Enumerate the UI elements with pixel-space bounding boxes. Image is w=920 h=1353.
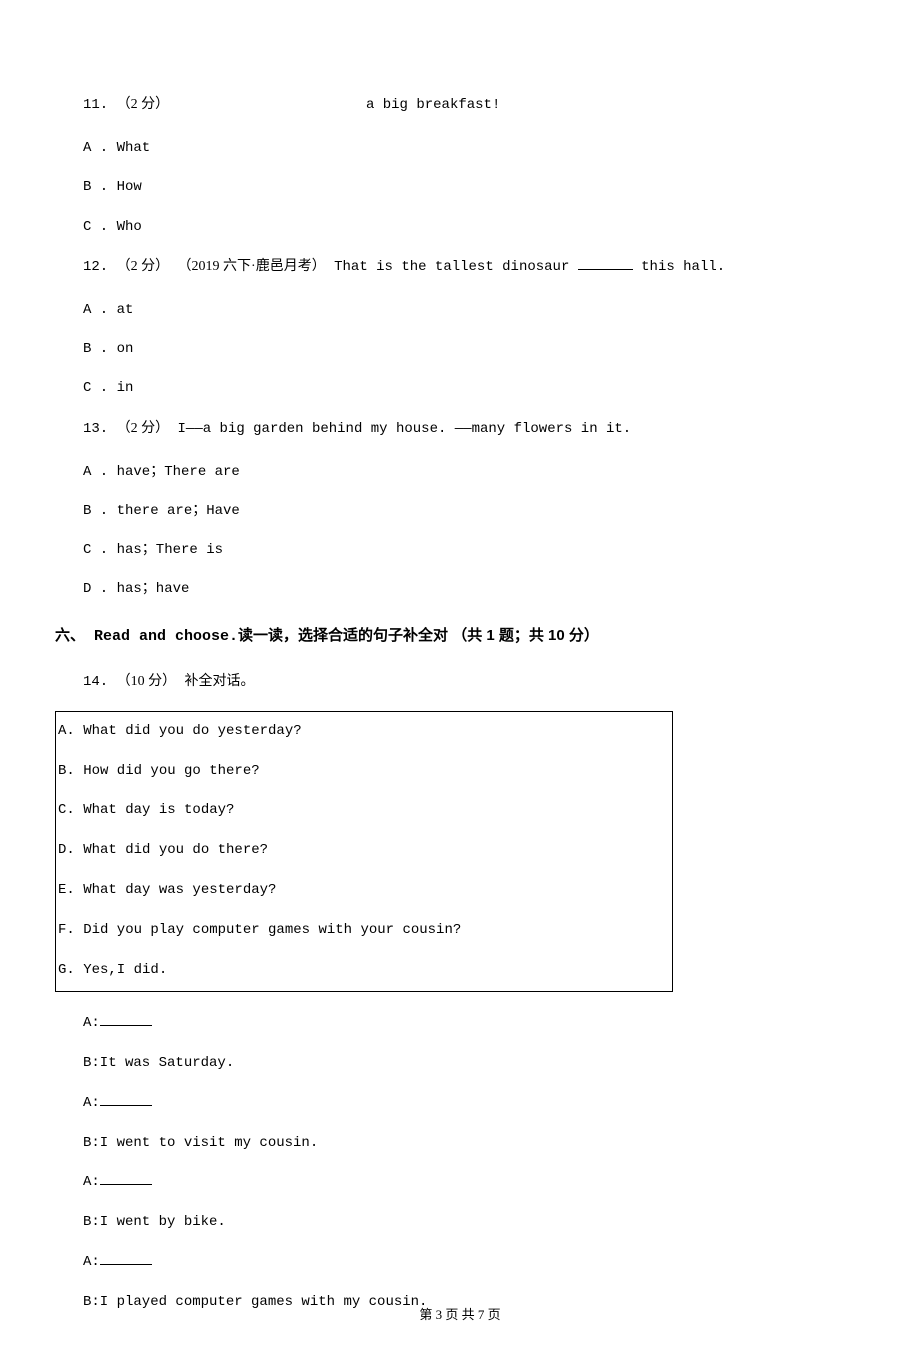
a3-label: A: [83, 1174, 100, 1190]
box-f: F. Did you play computer games with your… [56, 911, 672, 951]
q13-opt-b: B . there are；Have [83, 492, 865, 531]
q14-num: 14. [83, 674, 108, 690]
answer-box: A. What did you do yesterday? B. How did… [55, 711, 673, 992]
box-c: C. What day is today? [56, 791, 672, 831]
section-6-header: 六、 Read and choose.读一读，选择合适的句子补全对 （共 1 题… [55, 621, 865, 652]
page-footer: 第 3 页 共 7 页 [55, 1304, 865, 1323]
section6-title-mono: Read and choose. [85, 628, 238, 645]
q11-num: 11. [83, 97, 108, 113]
q11-opt-a: A . What [83, 129, 865, 168]
q12-points: （2 分） [117, 259, 170, 274]
q12-context: （2019 六下·鹿邑月考） [178, 259, 326, 274]
q12-opt-c: C . in [83, 369, 865, 408]
dialogue-a4: A: [83, 1243, 865, 1283]
q12-text-after: this hall. [633, 259, 725, 275]
box-g: G. Yes,I did. [56, 951, 672, 991]
dialogue-a3: A: [83, 1163, 865, 1203]
q14-points: （10 分） [117, 674, 177, 689]
dialogue-b3: B:I went by bike. [83, 1203, 865, 1243]
blank-a3 [100, 1171, 152, 1185]
q13-opt-c: C . has；There is [83, 531, 865, 570]
a4-label: A: [83, 1254, 100, 1270]
q11-text: a big breakfast! [366, 97, 500, 113]
q13-opt-d: D . has；have [83, 570, 865, 609]
box-b: B. How did you go there? [56, 752, 672, 792]
q13-text: I——a big garden behind my house. ——many … [178, 421, 632, 437]
question-13-line: 13. （2 分） I——a big garden behind my hous… [83, 409, 865, 449]
section6-num: 六、 [55, 627, 85, 644]
q13-num: 13. [83, 421, 108, 437]
q13-opt-a: A . have；There are [83, 453, 865, 492]
a2-label: A: [83, 1095, 100, 1111]
dialogue-a2: A: [83, 1084, 865, 1124]
q12-blank [578, 256, 633, 270]
q12-num: 12. [83, 259, 108, 275]
blank-a1 [100, 1012, 152, 1026]
question-14-line: 14. （10 分） 补全对话。 [83, 662, 865, 702]
dialogue-b2: B:I went to visit my cousin. [83, 1124, 865, 1164]
q11-points: （2 分） [117, 97, 170, 112]
dialogue-a1: A: [83, 1004, 865, 1044]
question-11-line: 11. （2 分） a big breakfast! [83, 85, 865, 125]
dialogue-b1: B:It was Saturday. [83, 1044, 865, 1084]
q11-opt-c: C . Who [83, 208, 865, 247]
section6-title-cn: 读一读，选择合适的句子补全对 （共 1 题；共 10 分） [238, 627, 599, 644]
q14-text: 补全对话。 [185, 674, 255, 689]
q13-points: （2 分） [117, 421, 170, 436]
q12-opt-b: B . on [83, 330, 865, 369]
q12-opt-a: A . at [83, 291, 865, 330]
blank-a4 [100, 1251, 152, 1265]
q11-opt-b: B . How [83, 168, 865, 207]
box-a: A. What did you do yesterday? [56, 712, 672, 752]
blank-a2 [100, 1092, 152, 1106]
question-12-line: 12. （2 分） （2019 六下·鹿邑月考） That is the tal… [83, 247, 865, 287]
a1-label: A: [83, 1015, 100, 1031]
box-e: E. What day was yesterday? [56, 871, 672, 911]
q12-text-before: That is the tallest dinosaur [334, 259, 578, 275]
box-d: D. What did you do there? [56, 831, 672, 871]
